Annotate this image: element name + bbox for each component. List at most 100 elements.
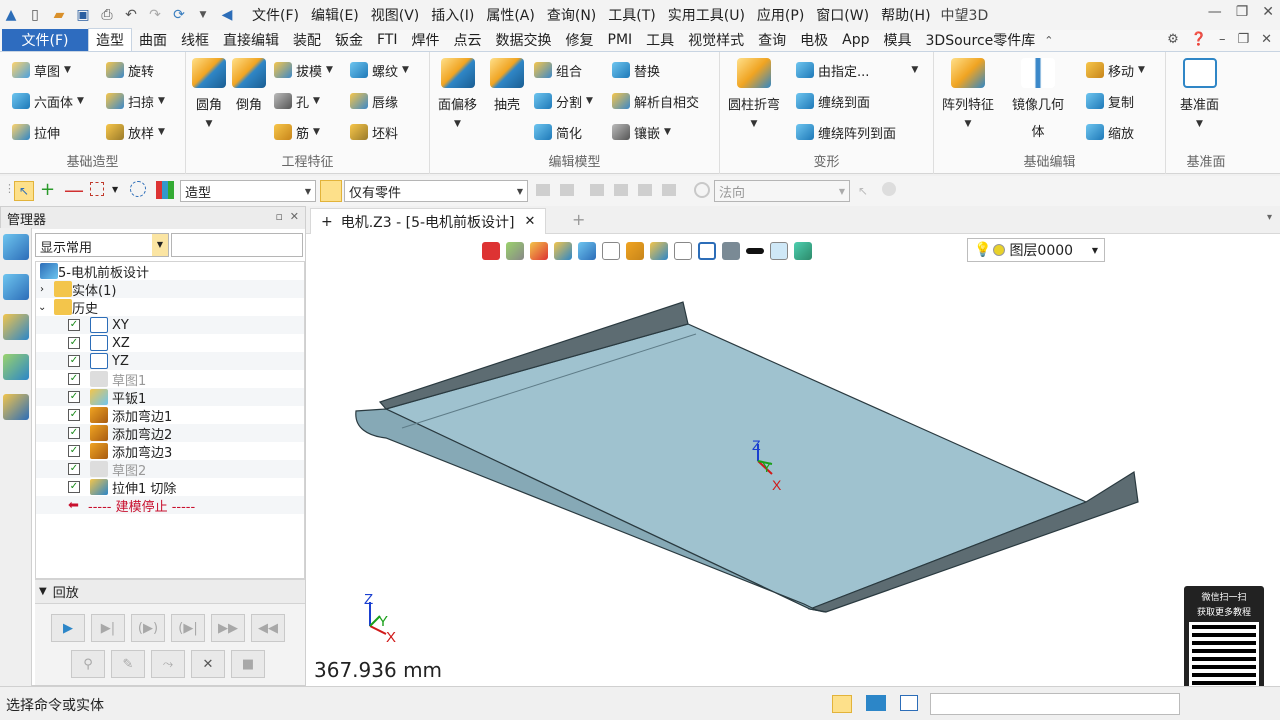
menu-utilities[interactable]: 实用工具(U) (662, 5, 751, 25)
help-icon[interactable]: ❓ (1191, 32, 1207, 47)
tree-root[interactable]: 5-电机前板设计 (36, 262, 304, 281)
expand-icon[interactable]: › (40, 284, 44, 295)
cylinder-bend-button[interactable]: 圆柱折弯 ▼ (728, 58, 780, 129)
tree-node-yz[interactable]: ✓ YZ (36, 352, 304, 370)
pattern-feature-button[interactable]: 阵列特征 ▼ (942, 58, 994, 129)
save-icon[interactable]: ▣ (72, 4, 94, 26)
visibility-checkbox[interactable]: ✓ (68, 427, 80, 439)
snap-icon-4[interactable] (614, 184, 628, 196)
tab-data-exchange[interactable]: 数据交换 (489, 29, 559, 51)
visibility-checkbox[interactable]: ✓ (68, 373, 80, 385)
fit-icon[interactable] (674, 242, 692, 260)
sheetmetal-part[interactable]: Z X Y Z X Y (306, 206, 1280, 686)
dimension-icon[interactable] (698, 242, 716, 260)
menu-insert[interactable]: 插入(I) (425, 5, 480, 25)
history-manager-icon[interactable] (3, 234, 29, 260)
visibility-checkbox[interactable]: ✓ (68, 319, 80, 331)
tree-node-flange3[interactable]: ✓ 添加弯边3 (36, 442, 304, 461)
step-button[interactable]: ▶| (91, 614, 125, 642)
edit-button[interactable]: ✎ (111, 650, 145, 678)
minimize-icon[interactable]: — (1208, 4, 1222, 20)
dropdown-icon[interactable]: ▼ (112, 185, 118, 194)
menu-file[interactable]: 文件(F) (246, 5, 305, 25)
doc-minimize-icon[interactable]: – (1219, 32, 1226, 47)
menu-apps[interactable]: 应用(P) (751, 5, 810, 25)
tab-direct-edit[interactable]: 直接编辑 (216, 29, 286, 51)
user-manager-icon[interactable] (3, 394, 29, 420)
copy-button[interactable]: 复制 (1086, 90, 1134, 112)
tree-node-flange1[interactable]: ✓ 添加弯边1 (36, 406, 304, 425)
filter-box-icon[interactable] (90, 182, 104, 196)
restore-icon[interactable]: ❐ (1236, 4, 1249, 20)
tree-node-sketch1[interactable]: ✓ 草图1 (36, 370, 304, 389)
ribbon-collapse-icon[interactable]: ⌃ (1044, 34, 1053, 47)
view-manager-icon[interactable] (3, 354, 29, 380)
snap-icon-2[interactable] (560, 184, 574, 196)
settings-gear-icon[interactable]: ⚙ (1167, 32, 1179, 47)
tab-point-cloud[interactable]: 点云 (447, 29, 489, 51)
status-monitor-icon[interactable] (866, 695, 886, 711)
face-color-icon[interactable] (770, 242, 788, 260)
tab-electrode[interactable]: 电极 (793, 29, 835, 51)
line-color-icon[interactable] (746, 248, 764, 254)
replace-button[interactable]: 替换 (612, 59, 660, 81)
tab-modeling[interactable]: 造型 (88, 28, 132, 51)
direction-combo[interactable]: 法向 ▼ (714, 180, 850, 202)
step-over-button[interactable]: (▶| (171, 614, 205, 642)
collapse-arrow-icon[interactable]: ◀ (216, 4, 238, 26)
tab-close-icon[interactable]: ✕ (525, 214, 536, 229)
visibility-checkbox[interactable]: ✓ (68, 463, 80, 475)
tab-tools[interactable]: 工具 (639, 29, 681, 51)
mode-combo[interactable]: 造型 ▼ (180, 180, 316, 202)
fillet-button[interactable]: 圆角 ▼ (192, 58, 226, 129)
status-icon-1[interactable] (832, 695, 852, 713)
face-offset-button[interactable]: 面偏移 ▼ (438, 58, 477, 129)
snap-icon-1[interactable] (536, 184, 550, 196)
view-cube-icon[interactable] (578, 242, 596, 260)
tree-node-xy[interactable]: ✓ XY (36, 316, 304, 334)
tree-node-flat1[interactable]: ✓ 平钣1 (36, 388, 304, 407)
pick-icon[interactable]: ↖ (858, 184, 868, 198)
direction-icon[interactable] (694, 182, 710, 198)
scale-button[interactable]: 缩放 (1086, 121, 1134, 143)
collapse-icon[interactable]: ⌄ (38, 302, 46, 313)
visibility-checkbox[interactable]: ✓ (68, 409, 80, 421)
rollback-button[interactable]: ⤳ (151, 650, 185, 678)
block-button[interactable]: ■ (231, 650, 265, 678)
wrap-to-face-button[interactable]: 缠绕到面 (796, 90, 870, 112)
tab-weldment[interactable]: 焊件 (405, 29, 447, 51)
tab-inquire[interactable]: 查询 (751, 29, 793, 51)
snap-icon-3[interactable] (590, 184, 604, 196)
rewind-button[interactable]: ◀◀ (251, 614, 285, 642)
wrap-pattern-button[interactable]: 缠绕阵列到面 (796, 121, 896, 143)
loft-button[interactable]: 放样 ▼ (106, 121, 165, 143)
tab-fti[interactable]: FTI (370, 29, 405, 51)
command-input[interactable] (930, 693, 1180, 715)
hole-button[interactable]: 孔 ▼ (274, 90, 320, 112)
doc-close-icon[interactable]: ✕ (1261, 32, 1272, 47)
tree-node-extrude1[interactable]: ✓ 拉伸1 切除 (36, 478, 304, 497)
tree-node-xz[interactable]: ✓ XZ (36, 334, 304, 352)
box-button[interactable]: 六面体 ▼ (12, 90, 84, 112)
visibility-checkbox[interactable]: ✓ (68, 355, 80, 367)
sketch-button[interactable]: 草图 ▼ (12, 59, 71, 81)
self-intersect-button[interactable]: 解析自相交 (612, 90, 699, 112)
tab-sheetmetal[interactable]: 钣金 (328, 29, 370, 51)
tree-node-solids[interactable]: › 实体(1) (36, 280, 304, 299)
menu-edit[interactable]: 编辑(E) (305, 5, 365, 25)
menu-inquire[interactable]: 查询(N) (541, 5, 602, 25)
file-tab[interactable]: 文件(F) (2, 29, 88, 51)
new-tab-icon[interactable]: + (572, 210, 585, 229)
wireframe-icon[interactable] (602, 242, 620, 260)
blank-button[interactable]: 坯料 (350, 121, 398, 143)
zoom-icon[interactable] (650, 242, 668, 260)
snap-icon-5[interactable] (638, 184, 652, 196)
tree-node-sketch2[interactable]: ✓ 草图2 (36, 460, 304, 479)
exit-icon[interactable] (482, 242, 500, 260)
tab-assembly[interactable]: 装配 (286, 29, 328, 51)
fast-forward-button[interactable]: ▶▶ (211, 614, 245, 642)
open-file-icon[interactable]: ▰ (48, 4, 70, 26)
part-filter-combo[interactable]: 仅有零件 ▼ (344, 180, 528, 202)
tab-list-icon[interactable]: ▾ (1267, 212, 1272, 223)
visibility-checkbox[interactable]: ✓ (68, 391, 80, 403)
